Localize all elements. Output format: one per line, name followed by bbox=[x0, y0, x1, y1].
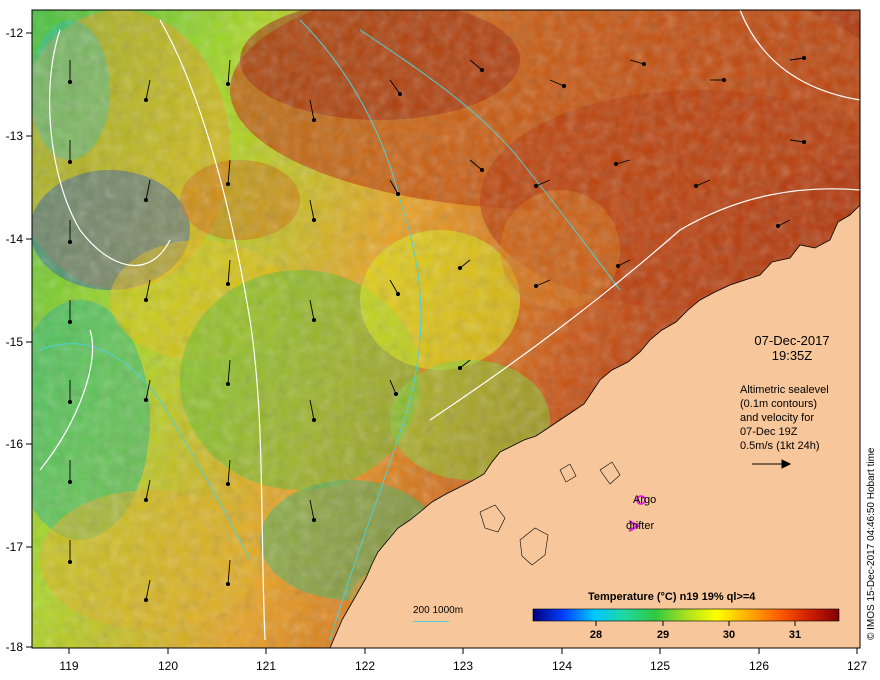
y-tick-label: -13 bbox=[6, 129, 24, 143]
x-tick-label: 119 bbox=[59, 659, 78, 673]
y-tick-label: -15 bbox=[6, 335, 24, 349]
colorbar-tick-label: 28 bbox=[590, 629, 602, 641]
colorbar bbox=[532, 608, 840, 622]
x-tick-label: 125 bbox=[650, 659, 670, 673]
y-tick-label: -12 bbox=[6, 26, 24, 40]
scale-label: 0.5m/s (1kt 24h) bbox=[740, 440, 820, 452]
y-tick-label: -17 bbox=[6, 540, 24, 554]
x-axis-labels: 119 120 121 122 123 124 125 126 127 bbox=[59, 659, 867, 673]
y-tick-label: -16 bbox=[6, 437, 24, 451]
time-label: 19:35Z bbox=[771, 348, 813, 363]
y-tick-label: -14 bbox=[6, 232, 24, 246]
x-tick-label: 123 bbox=[453, 659, 473, 673]
colorbar-title: Temperature (°C) n19 19% ql>=4 bbox=[588, 591, 756, 603]
desc-line: and velocity for bbox=[740, 412, 814, 424]
x-tick-label: 120 bbox=[158, 659, 178, 673]
desc-line: (0.1m contours) bbox=[740, 398, 818, 410]
imos-credit: © IMOS 15-Dec-2017 04:46:50 Hobart time bbox=[866, 447, 877, 640]
depth-contour-legend: 200 1000m bbox=[413, 605, 464, 616]
x-tick-label: 126 bbox=[749, 659, 769, 673]
x-tick-label: 124 bbox=[552, 659, 572, 673]
desc-line: 07-Dec 19Z bbox=[740, 426, 798, 438]
colorbar-tick-label: 30 bbox=[723, 629, 735, 641]
y-tick-label: -18 bbox=[6, 640, 24, 654]
colorbar-tick-label: 29 bbox=[657, 629, 669, 641]
depth-contour-swatch bbox=[413, 621, 449, 622]
x-tick-label: 127 bbox=[847, 659, 867, 673]
sealevel-description: Altimetric sealevel (0.1m contours) and … bbox=[740, 383, 829, 453]
desc-line: Altimetric sealevel bbox=[740, 384, 829, 396]
date-label: 07-Dec-2017 bbox=[754, 333, 830, 348]
x-tick-label: 121 bbox=[256, 659, 276, 673]
date-time-stamp: 07-Dec-2017 19:35Z bbox=[722, 333, 862, 363]
x-tick-label: 122 bbox=[355, 659, 375, 673]
y-axis-labels: -12 -13 -14 -15 -16 -17 -18 bbox=[6, 26, 24, 654]
drifter-legend-label: drifter bbox=[626, 520, 655, 532]
colorbar-tick-label: 31 bbox=[789, 629, 801, 641]
argo-legend-label: Argo bbox=[633, 494, 657, 506]
